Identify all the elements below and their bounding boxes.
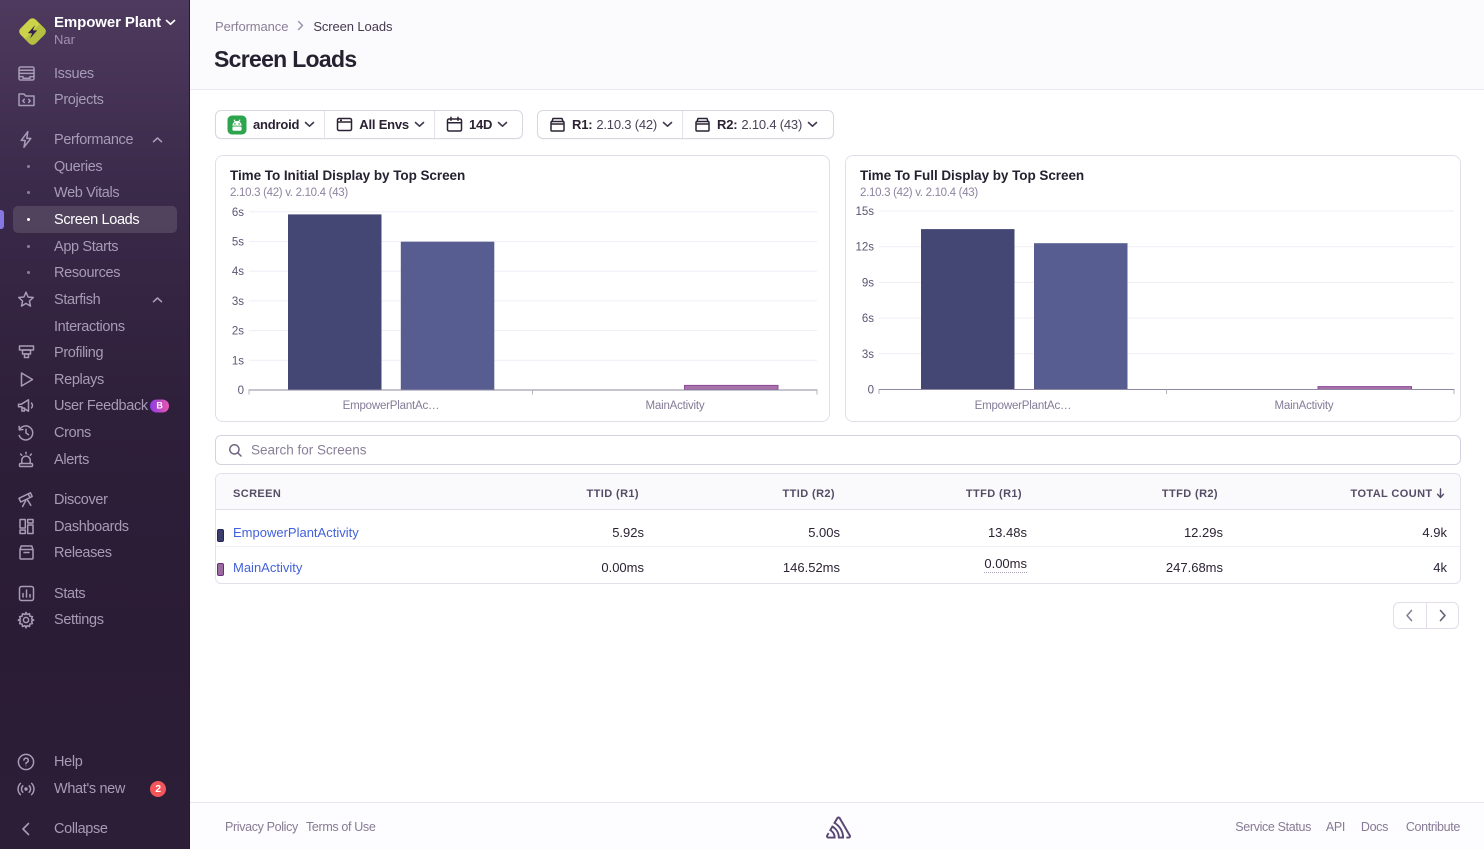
svg-text:0: 0 bbox=[238, 385, 244, 397]
svg-text:9s: 9s bbox=[862, 277, 874, 289]
svg-text:4s: 4s bbox=[232, 266, 244, 278]
svg-text:6s: 6s bbox=[862, 313, 874, 325]
svg-text:MainActivity: MainActivity bbox=[646, 400, 705, 412]
svg-text:5s: 5s bbox=[232, 237, 244, 249]
svg-text:EmpowerPlantAc…: EmpowerPlantAc… bbox=[975, 400, 1072, 412]
svg-text:15s: 15s bbox=[855, 206, 874, 218]
svg-text:3s: 3s bbox=[232, 296, 244, 308]
svg-text:EmpowerPlantAc…: EmpowerPlantAc… bbox=[343, 400, 440, 412]
svg-text:3s: 3s bbox=[862, 349, 874, 361]
svg-text:6s: 6s bbox=[232, 207, 244, 219]
svg-text:0: 0 bbox=[868, 385, 874, 397]
svg-text:MainActivity: MainActivity bbox=[1275, 400, 1334, 412]
svg-text:2s: 2s bbox=[232, 326, 244, 338]
svg-text:1s: 1s bbox=[232, 355, 244, 367]
svg-text:12s: 12s bbox=[855, 242, 874, 254]
